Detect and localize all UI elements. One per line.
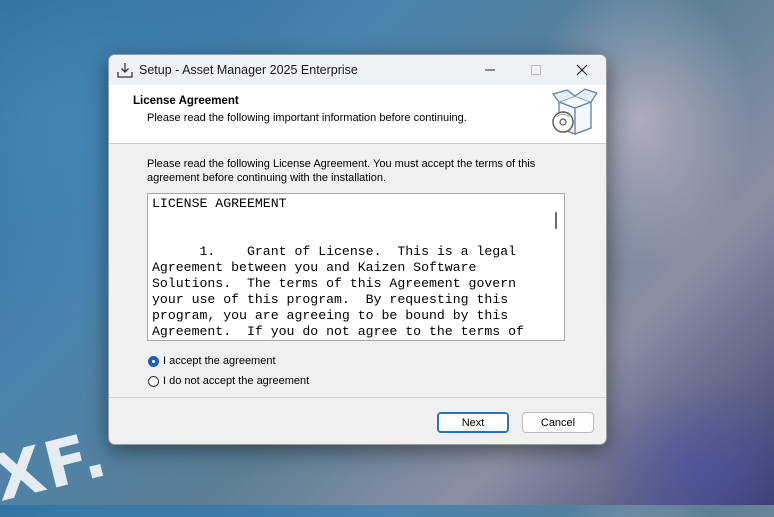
accept-label: I accept the agreement: [163, 355, 276, 367]
scrollbar-thumb[interactable]: [555, 212, 557, 229]
setup-download-icon: [116, 61, 134, 79]
accept-agreement-option[interactable]: I accept the agreement: [148, 353, 276, 369]
software-box-icon: [549, 88, 601, 140]
minimize-icon: [485, 69, 495, 71]
minimize-button[interactable]: [467, 55, 513, 85]
license-instructions: Please read the following License Agreem…: [147, 158, 536, 184]
page-subtitle: Please read the following important info…: [147, 112, 467, 124]
decline-agreement-option[interactable]: I do not accept the agreement: [148, 373, 309, 389]
window-title: Setup - Asset Manager 2025 Enterprise: [139, 63, 358, 77]
maximize-button[interactable]: [513, 55, 559, 85]
license-text-area[interactable]: LICENSE AGREEMENT 1. Grant of License. T…: [147, 193, 565, 341]
accept-radio[interactable]: [148, 355, 159, 367]
license-scrollbar[interactable]: [550, 194, 564, 340]
footer-divider: [109, 397, 606, 398]
setup-dialog: Setup - Asset Manager 2025 Enterprise Li…: [108, 54, 607, 445]
close-icon: [576, 64, 588, 76]
maximize-icon: [531, 65, 541, 75]
decline-label: I do not accept the agreement: [163, 375, 310, 387]
wizard-header: License Agreement Please read the follow…: [109, 85, 606, 144]
next-button[interactable]: Next: [437, 412, 509, 433]
title-bar[interactable]: Setup - Asset Manager 2025 Enterprise: [109, 55, 606, 85]
cancel-button[interactable]: Cancel: [522, 412, 594, 433]
decline-radio[interactable]: [148, 375, 159, 387]
wallpaper-watermark: XF.: [0, 417, 116, 517]
page-title: License Agreement: [133, 95, 239, 107]
license-text: LICENSE AGREEMENT 1. Grant of License. T…: [152, 196, 524, 339]
close-button[interactable]: [559, 55, 605, 85]
